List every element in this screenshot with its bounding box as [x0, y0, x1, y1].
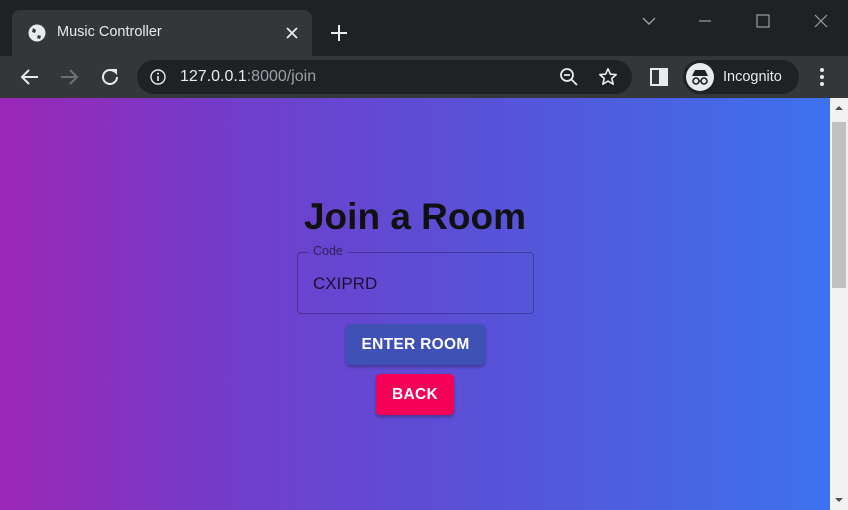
zoom-out-icon[interactable]	[559, 67, 579, 87]
close-tab-icon[interactable]	[284, 25, 300, 41]
scrollbar-thumb[interactable]	[832, 122, 846, 288]
globe-icon	[28, 24, 46, 42]
tab-title: Music Controller	[57, 24, 162, 40]
reload-icon[interactable]	[98, 65, 122, 89]
vertical-scrollbar[interactable]	[830, 98, 848, 510]
code-field[interactable]: Code	[297, 244, 534, 314]
forward-arrow-icon[interactable]	[57, 65, 81, 89]
back-button[interactable]: BACK	[376, 374, 454, 415]
url-text[interactable]: 127.0.0.1:8000/join	[180, 68, 316, 86]
url-host: 127.0.0.1	[180, 68, 247, 85]
back-arrow-icon[interactable]	[18, 65, 42, 89]
incognito-icon	[686, 63, 714, 91]
page-title: Join a Room	[303, 196, 527, 237]
code-field-label: Code	[308, 244, 348, 258]
side-panel-icon[interactable]	[647, 65, 671, 89]
url-path: :8000/join	[246, 68, 317, 85]
enter-room-button[interactable]: ENTER ROOM	[346, 324, 485, 365]
browser-titlebar: Music Controller	[0, 0, 848, 56]
bookmark-star-icon[interactable]	[598, 67, 618, 87]
page-viewport: Join a Room Code ENTER ROOM BACK	[0, 98, 830, 510]
site-info-icon[interactable]	[150, 69, 166, 85]
incognito-profile-button[interactable]: Incognito	[683, 60, 799, 94]
scroll-down-arrow-icon[interactable]	[834, 495, 844, 505]
incognito-label: Incognito	[723, 69, 782, 85]
maximize-icon[interactable]	[752, 10, 774, 32]
tab-search-icon[interactable]	[638, 10, 660, 32]
browser-toolbar: 127.0.0.1:8000/join Incognito	[0, 56, 848, 98]
scroll-up-arrow-icon[interactable]	[834, 103, 844, 113]
new-tab-icon[interactable]	[328, 22, 350, 44]
browser-tab[interactable]: Music Controller	[12, 10, 312, 56]
code-input[interactable]	[313, 274, 513, 294]
address-bar[interactable]: 127.0.0.1:8000/join	[137, 60, 632, 94]
minimize-icon[interactable]	[694, 10, 716, 32]
more-menu-icon[interactable]	[810, 65, 834, 89]
window-close-icon[interactable]	[810, 10, 832, 32]
